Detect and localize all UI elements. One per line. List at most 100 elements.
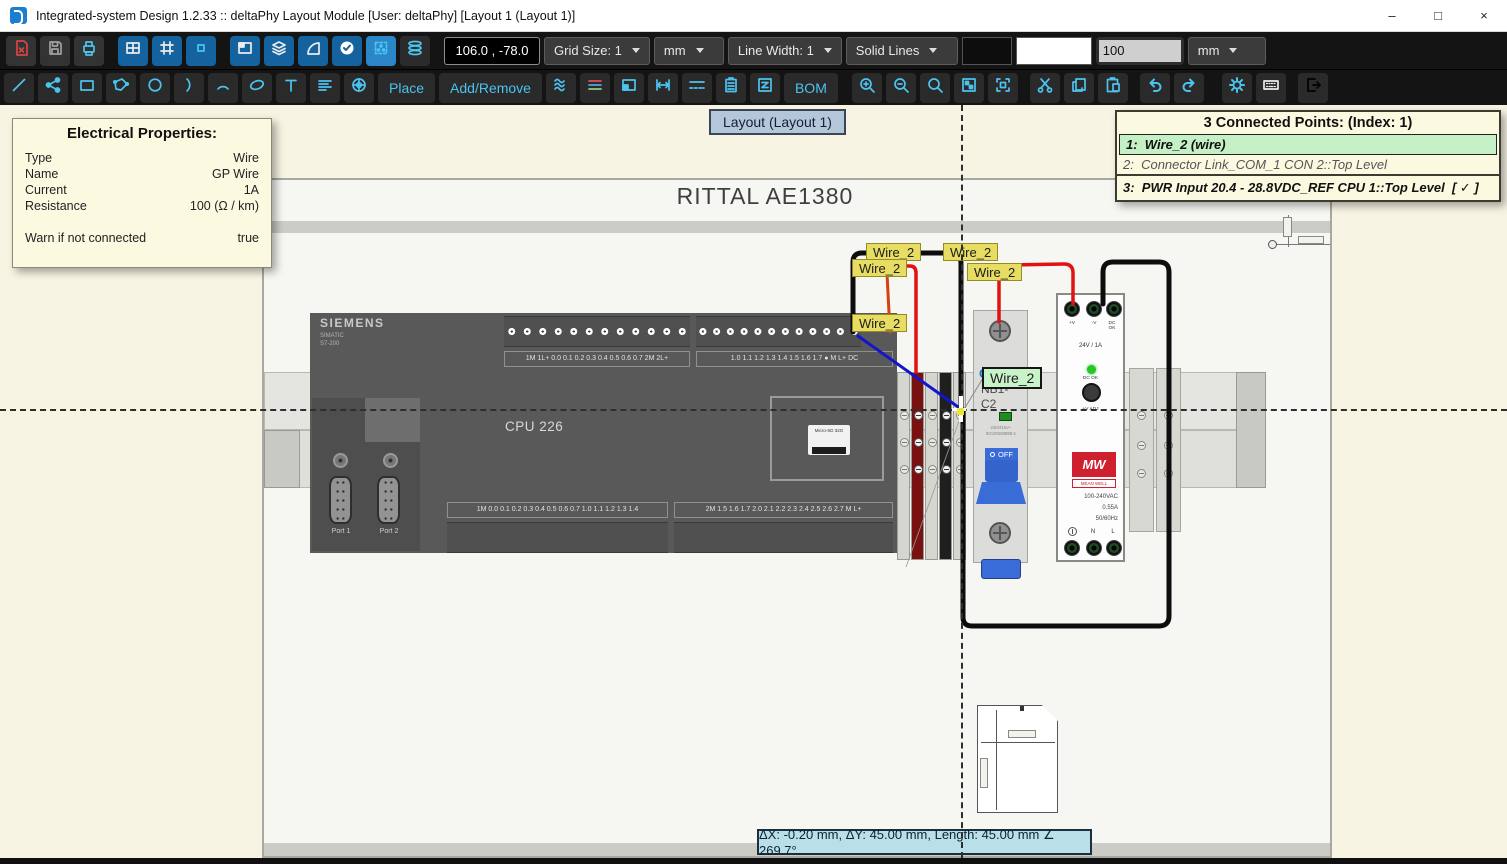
place-button[interactable]: Place xyxy=(378,73,435,103)
polyline-tool-button[interactable] xyxy=(38,73,68,103)
psu-terminal-plus[interactable] xyxy=(1064,301,1080,317)
snap-grid-button[interactable] xyxy=(152,36,182,66)
cut-button[interactable] xyxy=(1030,73,1060,103)
search-button[interactable] xyxy=(920,73,950,103)
wire-label-4[interactable]: Wire_2 xyxy=(967,263,1022,281)
line-tool-button[interactable] xyxy=(4,73,34,103)
port1-connector[interactable] xyxy=(329,476,352,524)
redo-button[interactable] xyxy=(1174,73,1204,103)
search-icon xyxy=(926,76,944,99)
rectangle-tool-button[interactable] xyxy=(72,73,102,103)
wire-label-2[interactable]: Wire_2 xyxy=(852,259,907,277)
wire-label-selected[interactable]: Wire_2 xyxy=(982,367,1042,389)
rail-end-block-left[interactable] xyxy=(264,430,300,488)
stack-button[interactable] xyxy=(400,36,430,66)
terminal-strip-red[interactable] xyxy=(911,372,924,560)
breaker-toggle[interactable] xyxy=(985,460,1018,482)
circle-tool-button[interactable] xyxy=(140,73,170,103)
psu-terminal-gnd[interactable] xyxy=(1064,540,1080,556)
terminal-strip-gray-2[interactable] xyxy=(925,372,938,560)
wire-label-3[interactable]: Wire_2 xyxy=(943,243,998,261)
zoom-selection-button[interactable] xyxy=(988,73,1018,103)
copy-button[interactable] xyxy=(1064,73,1094,103)
exit-button[interactable] xyxy=(1298,73,1328,103)
circuit-breaker-nb1[interactable]: C NB1-63 C2 240/415V~IEC/EN60898-1 OFF xyxy=(973,310,1028,563)
drawing-title: RITTAL AE1380 xyxy=(600,183,930,210)
minimize-button[interactable]: – xyxy=(1369,0,1415,31)
line-color-swatch[interactable] xyxy=(962,37,1012,65)
corner-layout-button[interactable] xyxy=(230,36,260,66)
polygon-tool-button[interactable] xyxy=(106,73,136,103)
grid-size-dropdown[interactable]: Grid Size: 1 xyxy=(544,37,650,65)
save-button[interactable] xyxy=(40,36,70,66)
plc-model: CPU 226 xyxy=(505,419,563,434)
grid-view-button[interactable] xyxy=(118,36,148,66)
breaker-bottom-screw[interactable] xyxy=(989,522,1011,544)
notes-button[interactable] xyxy=(716,73,746,103)
origin-tool-button[interactable] xyxy=(344,73,374,103)
psu-terminal-l[interactable] xyxy=(1106,540,1122,556)
export-file-button[interactable] xyxy=(6,36,36,66)
dimension-tool-button[interactable] xyxy=(648,73,678,103)
zoom-in-button[interactable] xyxy=(852,73,882,103)
curve-tool-button[interactable] xyxy=(208,73,238,103)
bom-button[interactable]: BOM xyxy=(784,73,838,103)
print-button[interactable] xyxy=(74,36,104,66)
detail-drawing[interactable] xyxy=(977,705,1058,813)
voltage-adjust-knob[interactable] xyxy=(1082,383,1101,402)
dashed-line-button[interactable] xyxy=(682,73,712,103)
add-remove-button[interactable]: Add/Remove xyxy=(439,73,542,103)
layers-button[interactable] xyxy=(264,36,294,66)
align-tool-button[interactable] xyxy=(310,73,340,103)
grid-unit-dropdown[interactable]: mm xyxy=(654,37,724,65)
selection-mode-button[interactable] xyxy=(366,36,396,66)
terminal-column-2[interactable] xyxy=(1156,368,1181,532)
connected-point-item[interactable]: 2: Connector Link_COM_1 CON 2::Top Level xyxy=(1117,155,1499,174)
panel-tool-button[interactable] xyxy=(614,73,644,103)
validate-button[interactable] xyxy=(332,36,362,66)
text-tool-button[interactable] xyxy=(276,73,306,103)
levels-button[interactable] xyxy=(750,73,780,103)
arc-tool-button[interactable] xyxy=(174,73,204,103)
paste-button[interactable] xyxy=(1098,73,1128,103)
settings-button[interactable] xyxy=(1222,73,1252,103)
wire-label-5[interactable]: Wire_2 xyxy=(852,314,907,332)
port2-connector[interactable] xyxy=(377,476,400,524)
plc-terminal-strip-bottom-1[interactable] xyxy=(447,522,668,553)
terminal-strip-black[interactable] xyxy=(939,372,952,560)
zoom-fit-button[interactable] xyxy=(954,73,984,103)
breaker-top-screw[interactable] xyxy=(989,320,1011,342)
scale-unit-dropdown[interactable]: mm xyxy=(1188,37,1266,65)
line-style-dropdown[interactable]: Solid Lines xyxy=(846,37,958,65)
breaker-off-button[interactable]: OFF xyxy=(985,448,1018,460)
fill-color-swatch[interactable] xyxy=(1016,37,1092,65)
plc-terminal-strip-top-1[interactable] xyxy=(504,316,690,347)
keyboard-button[interactable] xyxy=(1256,73,1286,103)
terminal-column-1[interactable] xyxy=(1129,368,1154,532)
psu-terminal-n[interactable] xyxy=(1086,540,1102,556)
close-button[interactable]: × xyxy=(1461,0,1507,31)
psu-terminal-dcok[interactable] xyxy=(1106,301,1122,317)
arc-shape-button[interactable] xyxy=(298,36,328,66)
line-width-dropdown[interactable]: Line Width: 1 xyxy=(728,37,842,65)
plc-cpu226[interactable]: SIEMENS SIMATIC S7-200 SF RUN STOP CPU 2… xyxy=(310,313,897,553)
check-circle-icon xyxy=(338,39,356,62)
zoom-out-button[interactable] xyxy=(886,73,916,103)
terminal-strip-gray-1[interactable] xyxy=(897,372,910,560)
wire-colors-button[interactable] xyxy=(580,73,610,103)
psu-terminal-minus[interactable] xyxy=(1086,301,1102,317)
scale-input[interactable]: 100 xyxy=(1096,37,1184,65)
connected-point-item[interactable]: 3: PWR Input 20.4 - 28.8VDC_REF CPU 1::T… xyxy=(1117,174,1499,200)
maximize-button[interactable]: □ xyxy=(1415,0,1461,31)
grid-point-button[interactable] xyxy=(186,36,216,66)
rail-end-block-right[interactable] xyxy=(1236,372,1266,488)
undo-button[interactable] xyxy=(1140,73,1170,103)
plc-terminal-strip-bottom-2[interactable] xyxy=(674,522,893,553)
plc-terminal-strip-top-2[interactable] xyxy=(696,316,861,347)
ellipse-tool-button[interactable] xyxy=(242,73,272,103)
layout-tab[interactable]: Layout (Layout 1) xyxy=(709,109,846,135)
connected-point-item[interactable]: 1: Wire_2 (wire) xyxy=(1119,134,1497,155)
freehand-tool-button[interactable] xyxy=(546,73,576,103)
power-supply-meanwell[interactable]: +V -V DC OK 24V / 1A DC OK +V ADJ MW MEA… xyxy=(1056,293,1125,562)
line-icon xyxy=(10,76,28,99)
